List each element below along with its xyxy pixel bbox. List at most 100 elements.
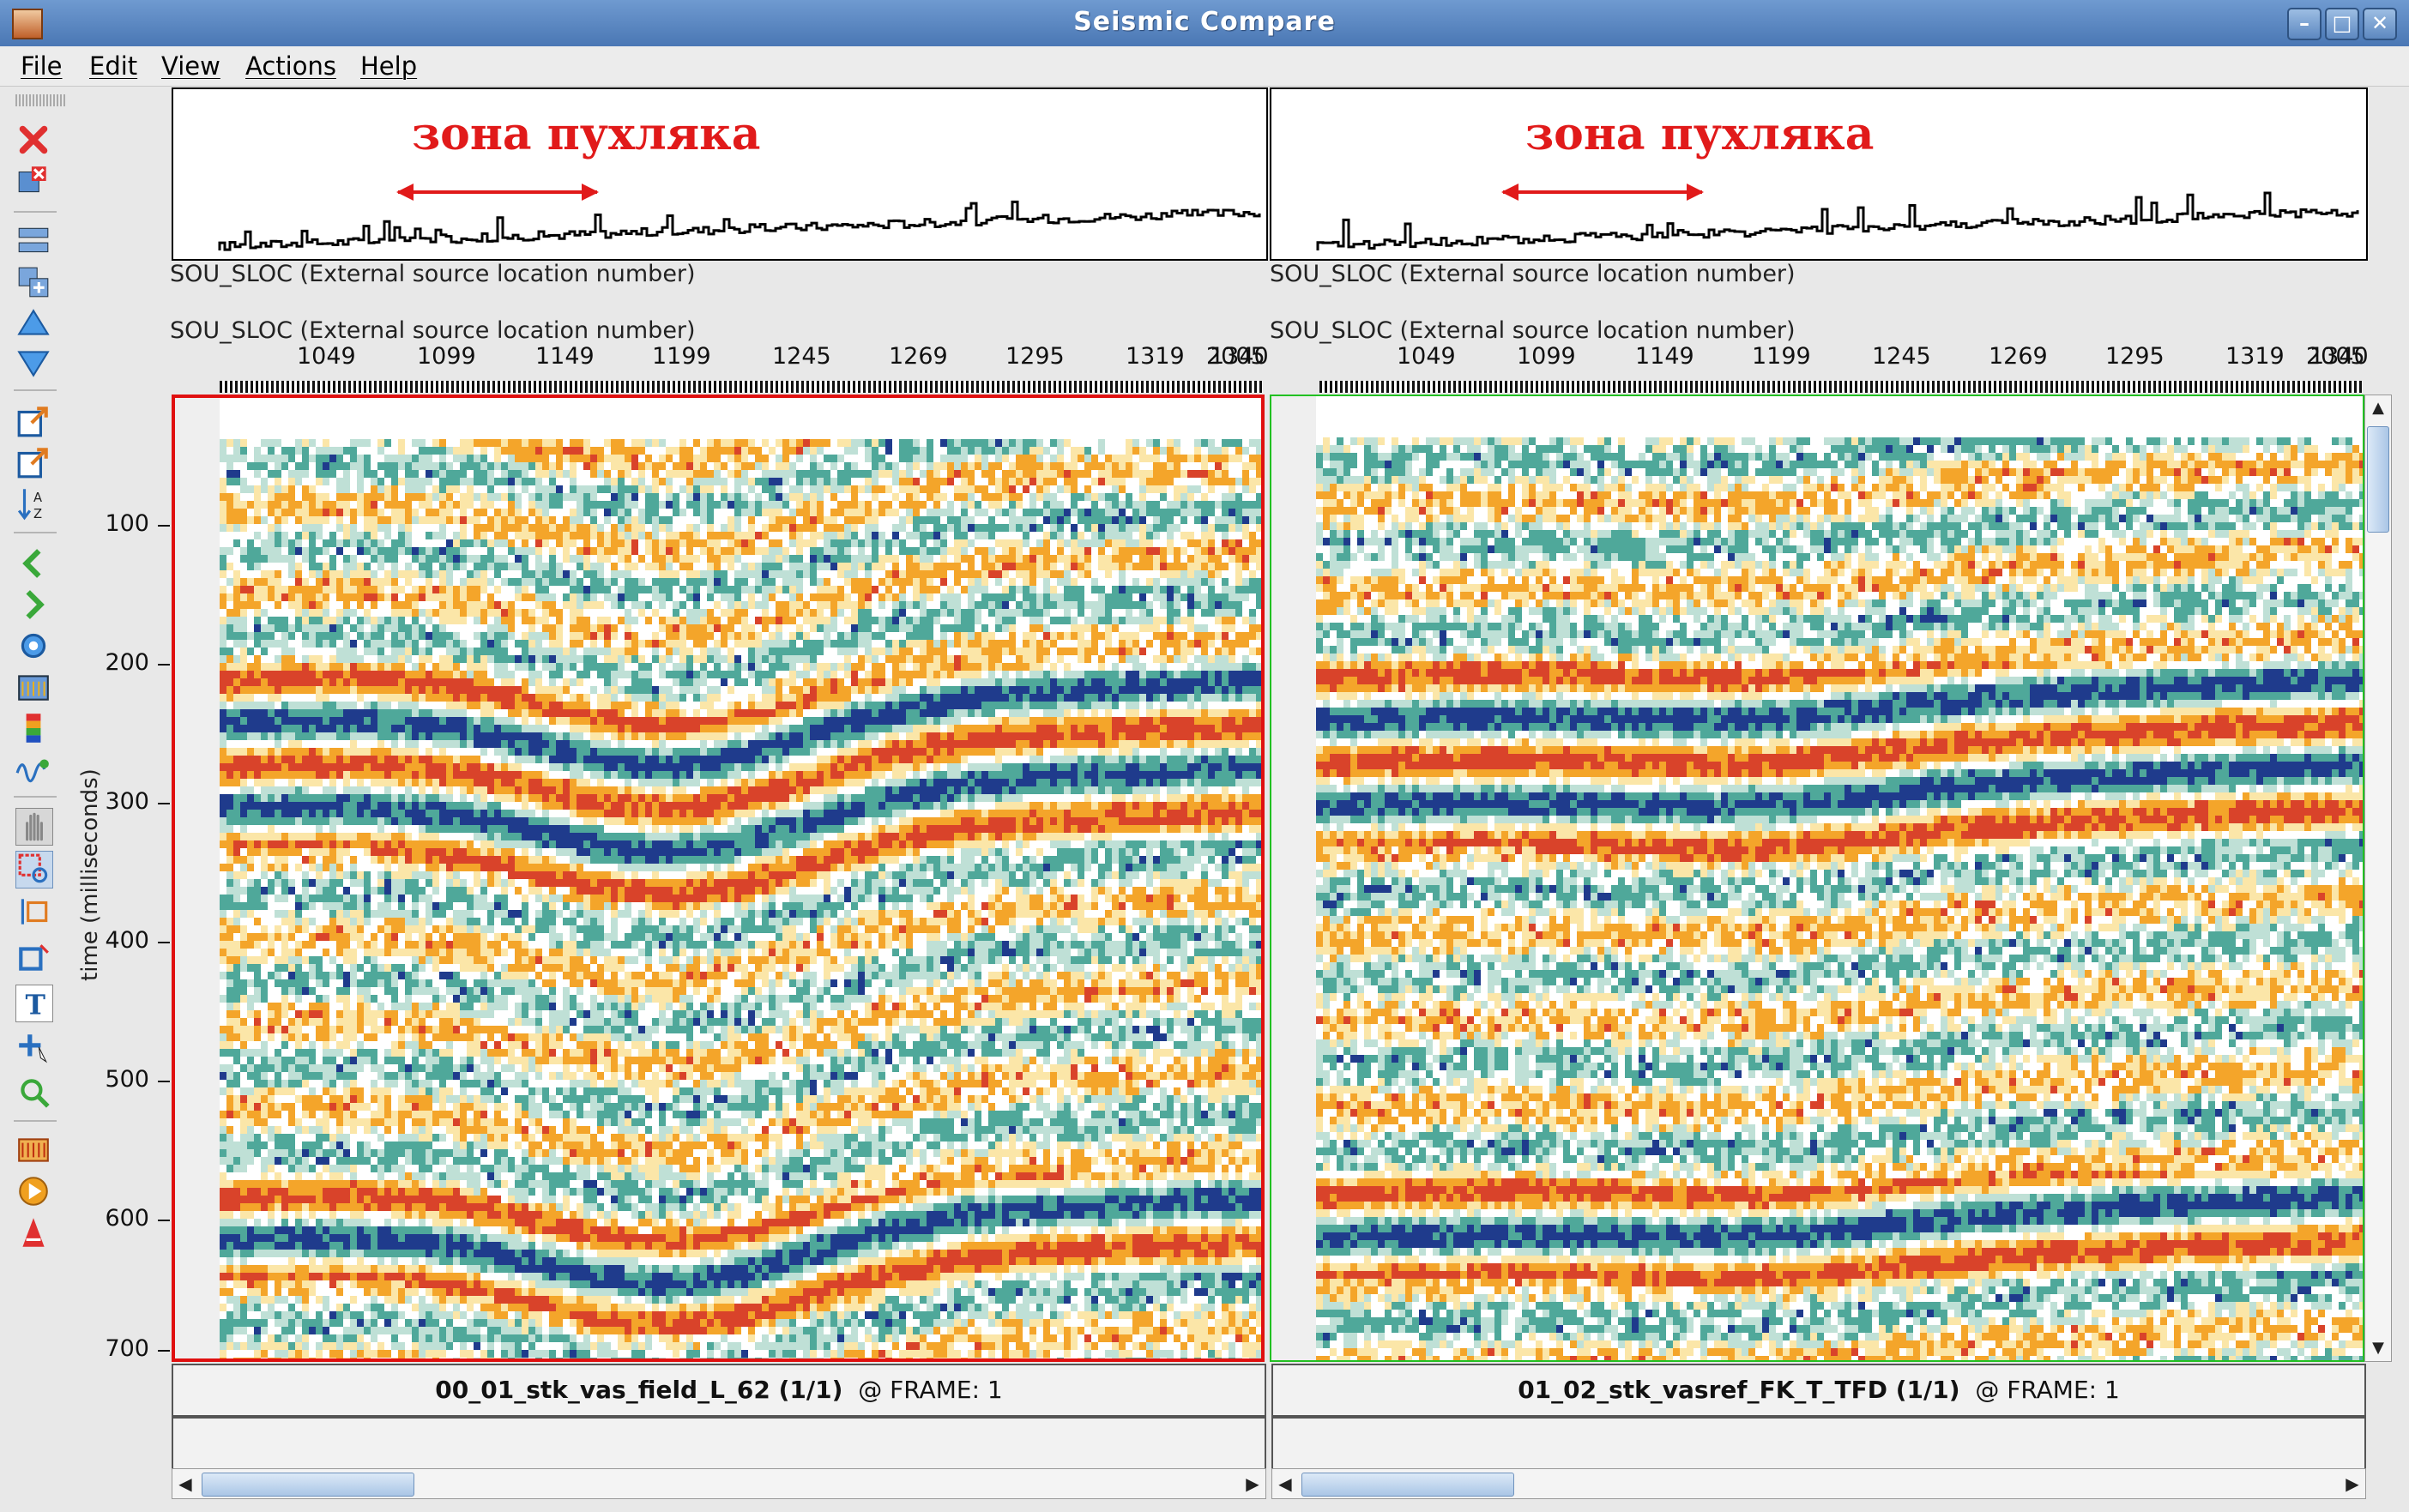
- y-tick-mark: [158, 1350, 170, 1352]
- scroll-thumb-right[interactable]: [1301, 1473, 1514, 1497]
- frame-info-right: @ FRAME: 1: [1975, 1376, 2119, 1404]
- seismic-panel-left[interactable]: [172, 395, 1265, 1362]
- header-label-right: SOU_SLOC (External source location numbe…: [1270, 261, 1796, 287]
- zoom-box-icon[interactable]: [15, 851, 53, 889]
- x-tick-label: 1049: [1397, 343, 1456, 370]
- text-tool-icon[interactable]: T: [15, 985, 53, 1022]
- display-icon[interactable]: [15, 669, 51, 705]
- x-tick-label: 1319: [1126, 343, 1185, 370]
- x-tick-label: 1049: [297, 343, 356, 370]
- x-tick-label: 1269: [889, 343, 948, 370]
- y-tick-label: 400: [89, 927, 149, 954]
- seismic-panel-right[interactable]: [1270, 395, 2364, 1362]
- close-window-button[interactable]: ✕: [2363, 8, 2397, 40]
- colorbar-icon[interactable]: [15, 710, 51, 746]
- play-icon[interactable]: [15, 1173, 51, 1209]
- menu-edit[interactable]: Edit: [89, 51, 137, 81]
- header-plot-right: зона пухляка: [1270, 87, 2368, 261]
- next-icon[interactable]: [15, 587, 51, 623]
- x-tick-label: 1295: [2105, 343, 2164, 370]
- spectrum-icon[interactable]: [15, 1132, 51, 1168]
- previous-icon[interactable]: [15, 545, 51, 581]
- axis-label-right: SOU_SLOC (External source location numbe…: [1270, 317, 1796, 344]
- minimize-button[interactable]: –: [2287, 8, 2321, 40]
- export-alt-icon[interactable]: [15, 444, 51, 480]
- menu-help[interactable]: Help: [360, 51, 417, 81]
- x-tick-label: 1099: [1517, 343, 1576, 370]
- svg-text:A: A: [33, 491, 42, 505]
- header-plot-left: зона пухляка: [172, 87, 1268, 261]
- scroll-right-arrow-icon[interactable]: ▶: [1240, 1469, 1265, 1498]
- menu-view[interactable]: View: [161, 51, 220, 81]
- x-tick-marks-left: [220, 381, 1263, 393]
- status-bar-left: 00_01_stk_vas_field_L_62 (1/1) @ FRAME: …: [172, 1364, 1266, 1417]
- y-tick-label: 700: [89, 1335, 149, 1362]
- info-box-right: [1271, 1417, 2366, 1470]
- y-tick-label: 100: [89, 510, 149, 537]
- pan-hand-icon[interactable]: [15, 808, 53, 846]
- x-tick-label: 1199: [1752, 343, 1811, 370]
- x-tick-label: 1340: [1210, 343, 1269, 370]
- toolbar-grip[interactable]: [15, 94, 67, 106]
- zoom-fit-icon[interactable]: [15, 1074, 51, 1110]
- x-tick-label: 1245: [772, 343, 831, 370]
- export-icon[interactable]: [15, 403, 51, 439]
- header-label-left: SOU_SLOC (External source location numbe…: [170, 261, 696, 287]
- move-up-icon[interactable]: [15, 305, 51, 341]
- y-tick-label: 200: [89, 649, 149, 676]
- y-tick-label: 600: [89, 1205, 149, 1232]
- sort-icon[interactable]: AZ: [15, 485, 51, 521]
- add-point-icon[interactable]: [15, 1029, 51, 1065]
- scroll-left-arrow-icon[interactable]: ◀: [172, 1469, 198, 1498]
- scroll-up-arrow-icon[interactable]: ▲: [2365, 395, 2391, 421]
- maximize-button[interactable]: □: [2325, 8, 2359, 40]
- add-panel-icon[interactable]: [15, 264, 51, 300]
- info-box-left: [172, 1417, 1266, 1470]
- rubberband-icon[interactable]: [15, 940, 51, 976]
- dataset-name-left: 00_01_stk_vas_field_L_62 (1/1): [435, 1376, 842, 1404]
- y-tick-label: 300: [89, 788, 149, 815]
- svg-text:T: T: [26, 990, 46, 1021]
- x-tick-label: 1149: [1635, 343, 1694, 370]
- status-bar-right: 01_02_stk_vasref_FK_T_TFD (1/1) @ FRAME:…: [1271, 1364, 2366, 1417]
- x-tick-marks-right: [1319, 381, 2363, 393]
- scroll-down-arrow-icon[interactable]: ▼: [2365, 1335, 2391, 1361]
- close-panel-icon[interactable]: [15, 163, 51, 199]
- scroll-thumb-vertical[interactable]: [2367, 426, 2389, 533]
- svg-text:Z: Z: [33, 507, 42, 521]
- menu-file[interactable]: File: [21, 51, 63, 81]
- menu-actions[interactable]: Actions: [245, 51, 336, 81]
- scroll-left-arrow-icon[interactable]: ◀: [1272, 1469, 1298, 1498]
- move-down-icon[interactable]: [15, 345, 51, 381]
- title-bar: Seismic Compare – □ ✕: [0, 0, 2409, 48]
- x-tick-label: 1199: [652, 343, 711, 370]
- header-trace-line-left: [218, 200, 1261, 251]
- y-tick-mark: [158, 803, 170, 804]
- y-tick-mark: [158, 942, 170, 943]
- scroll-right-arrow-icon[interactable]: ▶: [2340, 1469, 2365, 1498]
- axis-label-left: SOU_SLOC (External source location numbe…: [170, 317, 696, 344]
- x-tick-label: 1245: [1872, 343, 1931, 370]
- window-title: Seismic Compare: [0, 7, 2409, 37]
- menu-bar: File Edit View Actions Help: [0, 46, 2409, 87]
- seismic-image-right: [1271, 396, 2363, 1360]
- scroll-thumb-left[interactable]: [202, 1473, 414, 1497]
- y-tick-mark: [158, 1220, 170, 1221]
- settings-icon[interactable]: [15, 628, 51, 664]
- layout-icon[interactable]: [15, 223, 51, 259]
- dataset-name-right: 01_02_stk_vasref_FK_T_TFD (1/1): [1518, 1376, 1959, 1404]
- horizontal-scrollbar-right[interactable]: ◀ ▶: [1271, 1468, 2366, 1499]
- x-tick-label: 1340: [2309, 343, 2369, 370]
- wiggle-icon[interactable]: [15, 751, 51, 787]
- pick-icon[interactable]: [15, 894, 51, 930]
- attribute-icon[interactable]: [15, 1214, 51, 1250]
- y-tick-mark: [158, 525, 170, 527]
- horizontal-scrollbar-left[interactable]: ◀ ▶: [172, 1468, 1266, 1499]
- close-icon[interactable]: [15, 122, 51, 158]
- y-tick-mark: [158, 664, 170, 666]
- x-tick-label: 1099: [417, 343, 476, 370]
- y-tick-mark: [158, 1081, 170, 1082]
- x-tick-label: 1149: [535, 343, 595, 370]
- frame-info-left: @ FRAME: 1: [858, 1376, 1002, 1404]
- vertical-scrollbar[interactable]: ▲ ▼: [2364, 395, 2392, 1362]
